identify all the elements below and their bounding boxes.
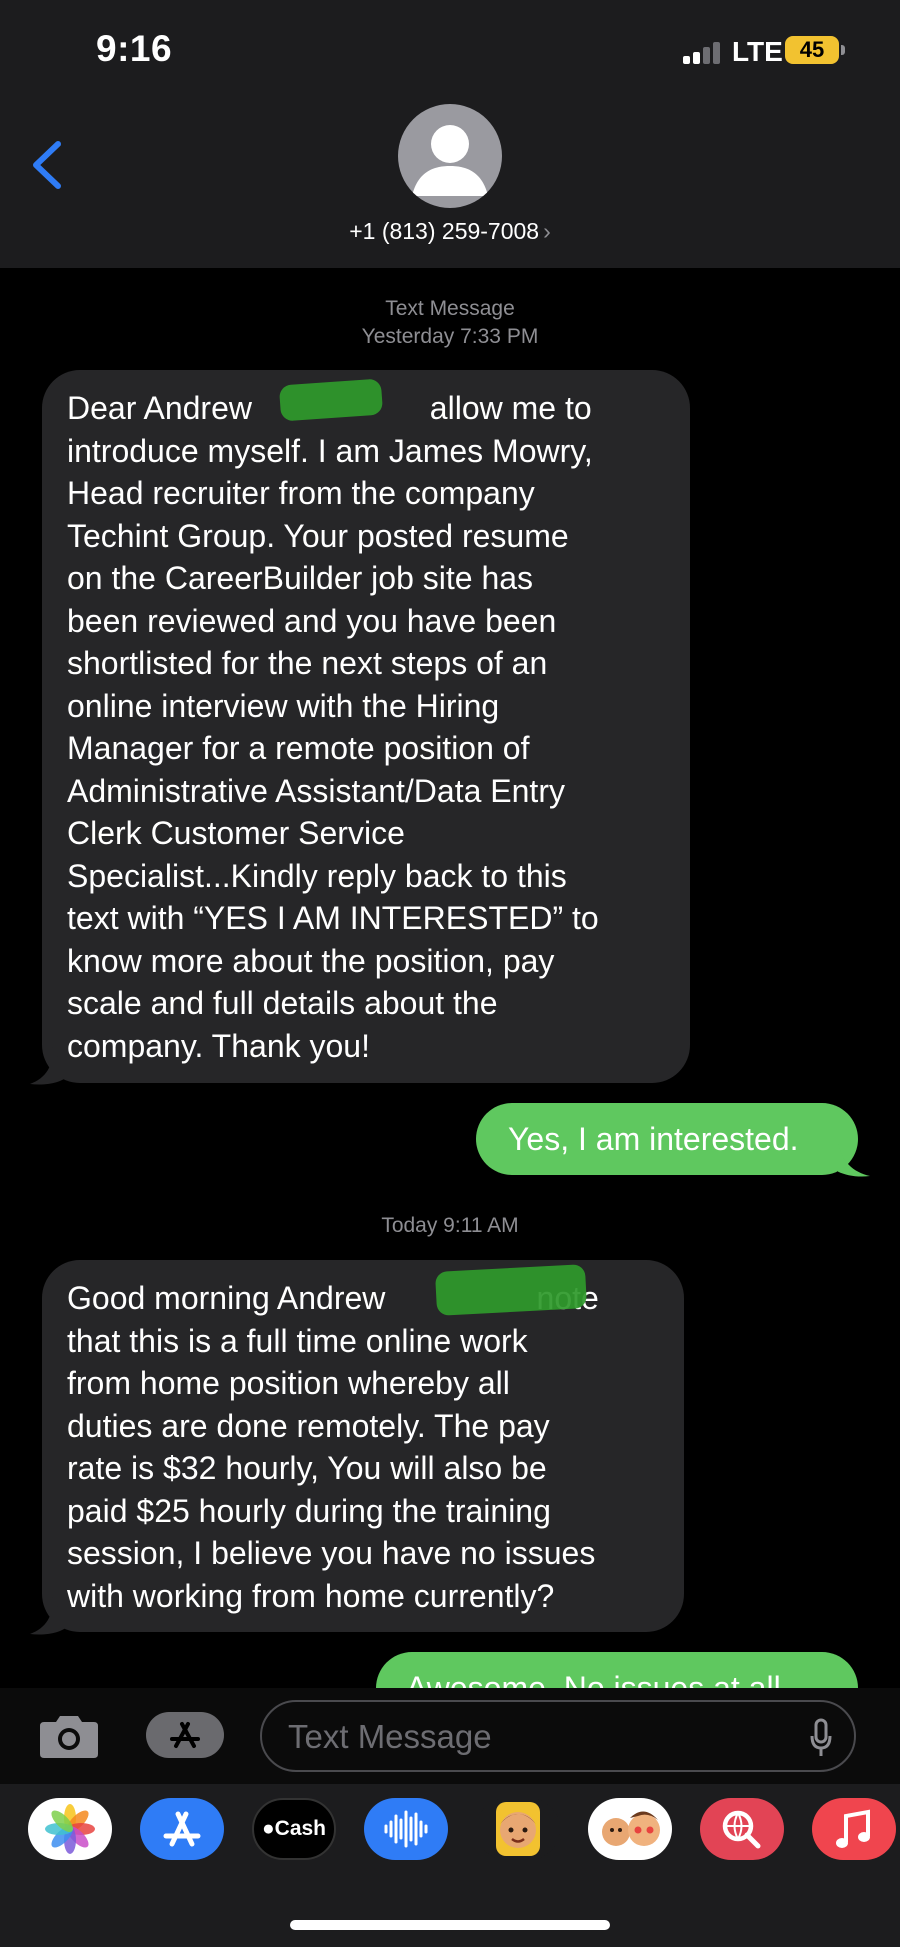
message-line: duties are done remotely. The pay [67,1407,550,1444]
battery-icon: 45 [785,36,839,64]
incoming-message-2[interactable]: Good morning Andrew note that this is a … [42,1260,684,1632]
message-input-placeholder: Text Message [288,1718,492,1755]
message-line: session, I believe you have no issues [67,1535,596,1571]
bubble-tail [30,1596,68,1635]
message-line: know more about the position, pay [67,942,555,979]
bubble-tail [838,1140,870,1177]
message-type: Text Message [385,297,515,320]
message-line: that this is a full time online work [67,1322,528,1359]
memoji-stickers-icon [602,1811,660,1846]
apple-logo-icon: ● [261,1817,275,1840]
microphone-icon[interactable] [810,1718,832,1758]
message-line: Administrative Assistant/Data Entry [67,772,565,809]
timestamp-today: Today 9:11 AM [381,1214,519,1237]
carrier-label: LTE [732,36,783,67]
app-store-icon [170,1722,200,1748]
photos-app-button[interactable] [28,1798,112,1860]
redaction-mark [434,1264,588,1316]
person-icon [412,125,488,196]
status-time: 9:16 [96,28,173,69]
memoji-app-button[interactable] [476,1798,560,1860]
app-store-icon [163,1811,201,1847]
apple-cash-app-button[interactable]: ●Cash [252,1798,336,1860]
music-icon [836,1809,870,1848]
message-line: introduce myself. I am James Mowry, [67,432,593,469]
contact-number: +1 (813) 259-7008 [349,218,540,244]
message-line: scale and full details about the [67,985,498,1021]
message-line: Specialist...Kindly reply back to this [67,857,567,894]
message-line: Manager for a remote position of [67,730,530,766]
waveform-icon [384,1810,428,1848]
contact-avatar[interactable] [398,104,502,208]
back-chevron-icon[interactable] [28,138,68,192]
contact-chevron-icon: › [543,218,551,244]
message-line: text with “YES I AM INTERESTED” to [67,900,599,936]
message-line: rate is $32 hourly, You will also be [67,1450,547,1486]
home-indicator[interactable] [290,1920,610,1930]
message-input[interactable]: Text Message [260,1700,856,1772]
memoji-icon [496,1802,540,1856]
message-line: shortlisted for the next steps of an [67,645,548,681]
image-search-app-button[interactable] [700,1798,784,1860]
photos-icon [45,1804,95,1854]
apple-cash-label: Cash [274,1817,327,1840]
app-store-button[interactable] [146,1712,224,1758]
message-line: with working from home currently? [67,1577,555,1614]
message-line: paid $25 hourly during the training [67,1492,551,1529]
redaction-mark [278,378,384,422]
camera-icon[interactable] [38,1712,100,1760]
audio-messages-app-button[interactable] [364,1798,448,1860]
contact-name[interactable]: +1 (813) 259-7008 › [0,218,900,245]
image-search-icon [722,1810,761,1849]
battery-cap [841,45,845,55]
outgoing-message-1[interactable]: Yes, I am interested. [476,1103,858,1175]
music-app-button[interactable] [812,1798,896,1860]
memoji-stickers-app-button[interactable] [588,1798,672,1860]
incoming-message-1[interactable]: Dear Andrew allow me to introduce myself… [42,370,690,1083]
timestamp-label: Text Message Yesterday 7:33 PM [0,295,900,351]
message-line: Head recruiter from the company [67,475,535,511]
cellular-signal-icon [683,42,723,64]
message-date: Yesterday 7:33 PM [361,325,539,348]
message-line: been reviewed and you have been [67,602,557,639]
message-line: online interview with the Hiring [67,687,500,724]
message-line: from home position whereby all [67,1365,510,1401]
message-line: company. Thank you! [67,1027,370,1064]
message-line: on the CareerBuilder job site has [67,560,534,596]
message-line: Clerk Customer Service [67,815,405,851]
app-store-app-button[interactable] [140,1798,224,1860]
message-line: Techint Group. Your posted resume [67,517,569,554]
bubble-tail [30,1046,68,1085]
